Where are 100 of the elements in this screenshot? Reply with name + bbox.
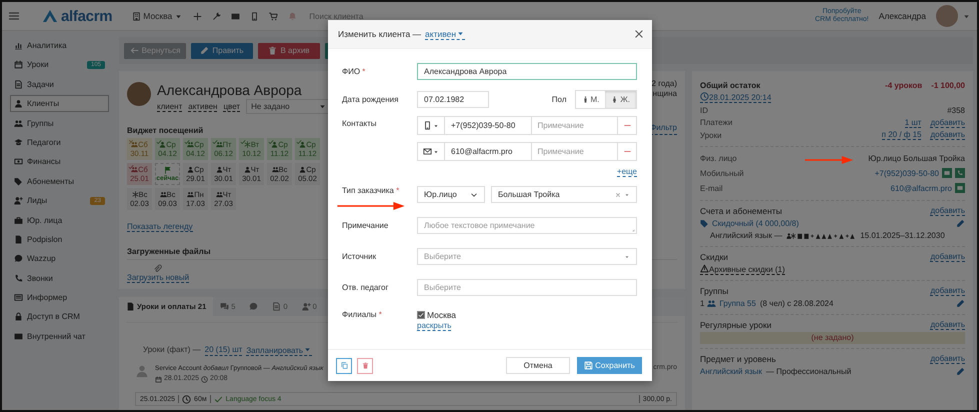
empty-notice: (не задано) xyxy=(700,332,965,344)
add-contact-link[interactable]: +еще xyxy=(616,167,637,177)
user-avatar[interactable] xyxy=(936,5,958,27)
sidebar-item[interactable]: Доступ в CRM xyxy=(10,308,109,326)
source-select[interactable]: Выберите xyxy=(417,248,637,265)
contact-link[interactable]: 610@alfacrm.pro xyxy=(890,184,952,192)
sidebar-item[interactable]: Финансы xyxy=(10,153,109,170)
trash-icon xyxy=(268,46,278,55)
sidebar-label: Внутренний чат xyxy=(27,332,86,341)
field-label: Филиалы * xyxy=(342,310,383,319)
name-field[interactable]: Александрова Аврора xyxy=(417,63,637,80)
upload-link[interactable]: Загрузить новый xyxy=(127,273,190,283)
archived-discounts-link[interactable]: Архивные скидки (1) xyxy=(700,264,785,276)
contact-note-field[interactable]: Примечание xyxy=(530,116,618,135)
sidebar-item[interactable]: Абонементы xyxy=(10,172,109,190)
field-label: Отв. педагог xyxy=(342,283,390,292)
check-icon xyxy=(212,139,218,145)
comments-icon xyxy=(220,302,230,311)
client-tag[interactable]: клиент xyxy=(157,102,182,112)
field-label: Мобильный xyxy=(700,168,744,178)
action-button[interactable]: В архив xyxy=(258,42,320,58)
contact-link[interactable]: +7(952)039-50-80 xyxy=(874,168,939,178)
pencil-icon[interactable] xyxy=(956,218,965,228)
sidebar-label: Доступ в CRM xyxy=(27,312,80,322)
subject-link[interactable]: Английский язык xyxy=(700,366,762,376)
phone-icon xyxy=(957,170,963,176)
field-label: Платежи xyxy=(700,118,732,128)
action-button[interactable]: Править xyxy=(191,42,253,58)
client-tag[interactable]: активен xyxy=(188,102,218,112)
legend-link[interactable]: Показать легенду xyxy=(127,222,193,232)
client-tag[interactable]: цвет xyxy=(223,102,240,112)
user-plus-icon xyxy=(14,196,23,206)
company-select[interactable]: Большая Тройка xyxy=(491,186,637,203)
add-link[interactable]: добавить xyxy=(930,354,965,364)
gender-toggle[interactable]: Ж. xyxy=(605,91,636,108)
expand-link[interactable]: раскрыть xyxy=(417,321,452,331)
field-value: Юр.лицо Большая Тройка xyxy=(868,154,965,162)
contact-type-dropdown[interactable] xyxy=(417,142,445,161)
sidebar-item[interactable]: Педагоги xyxy=(10,134,109,151)
sidebar-item[interactable]: Внутренний чат xyxy=(10,328,109,345)
add-link[interactable]: добавить xyxy=(930,130,965,140)
count-link[interactable]: 1 шт xyxy=(904,118,922,128)
wrench-icon[interactable] xyxy=(212,12,222,20)
plus-icon[interactable] xyxy=(193,12,202,20)
logo-icon xyxy=(42,8,58,24)
pencil-icon[interactable] xyxy=(956,366,965,376)
add-link[interactable]: добавить xyxy=(930,252,965,262)
sidebar-item[interactable]: Wazzup xyxy=(10,250,109,268)
branch-dropdown[interactable]: Москва xyxy=(132,11,184,21)
add-link[interactable]: добавить xyxy=(930,118,965,128)
cart-icon[interactable] xyxy=(269,12,278,20)
user-name[interactable]: Александра xyxy=(878,11,926,21)
sidebar-label: Юр. лица xyxy=(27,216,62,225)
add-link[interactable]: добавить xyxy=(930,320,965,330)
group-link[interactable]: Группа 55 xyxy=(719,299,756,308)
contact-field[interactable]: 610@alfacrm.pro xyxy=(444,142,532,161)
field-label: Дата рождения xyxy=(342,95,400,104)
field-label: Физ. лицо xyxy=(700,154,737,162)
sidebar-item[interactable]: Юр. лица xyxy=(10,212,109,229)
client-detail-text: нщина xyxy=(652,89,677,99)
subscription-link[interactable]: Скидочный (4 000,00/8) xyxy=(712,218,799,228)
contact-type-dropdown[interactable] xyxy=(417,116,445,135)
cancel-button[interactable]: Отмена xyxy=(506,357,570,374)
save-button[interactable]: Сохранить xyxy=(577,357,642,374)
lessons-count-link[interactable]: 20 (15) шт xyxy=(204,345,242,356)
updated-link[interactable]: 28.01.2025 20:14 xyxy=(700,92,772,104)
add-link[interactable]: добавить xyxy=(930,206,965,216)
sidebar-item[interactable]: Группы xyxy=(10,114,109,132)
sidebar-item[interactable]: Задачи xyxy=(10,76,109,93)
contact-note-field[interactable]: Примечание xyxy=(530,142,618,161)
contact-field[interactable]: +7(952)039-50-80 xyxy=(444,116,532,135)
mobile-phone-icon[interactable] xyxy=(250,12,260,20)
birth-date-field[interactable]: 07.02.1982 xyxy=(417,91,489,108)
search-field[interactable]: Поиск клиента xyxy=(307,10,512,22)
clock-icon xyxy=(201,376,208,382)
add-link[interactable]: добавить xyxy=(930,286,965,296)
sidebar-item[interactable]: Информер xyxy=(10,289,109,306)
plan-dropdown[interactable]: Запланировать xyxy=(246,345,312,356)
sidebar-item[interactable]: Клиенты xyxy=(10,95,109,112)
pencil-icon[interactable] xyxy=(956,299,965,308)
copy-button[interactable] xyxy=(336,358,352,374)
customer-type-select[interactable]: Юр.лицо xyxy=(417,186,485,203)
status-dropdown[interactable]: активен xyxy=(425,28,466,40)
note-field[interactable]: Любое текстовое примечание xyxy=(417,217,637,234)
field-label: Примечание xyxy=(342,221,390,230)
message-button[interactable] xyxy=(942,168,952,178)
sidebar-item[interactable]: Podpislon xyxy=(10,230,109,248)
dialog-title: Изменить клиента — xyxy=(338,29,422,39)
teacher-field[interactable]: Выберите xyxy=(417,279,637,296)
close-icon[interactable] xyxy=(634,29,644,39)
call-button[interactable] xyxy=(955,168,965,178)
checkbox[interactable] xyxy=(417,311,425,319)
check-icon xyxy=(240,139,246,145)
sidebar-label: Лиды xyxy=(27,196,48,206)
message-button[interactable] xyxy=(955,183,965,193)
count-link[interactable]: п 20 / ф 15 xyxy=(882,130,922,140)
delete-button[interactable] xyxy=(357,358,373,374)
sidebar-item[interactable]: Звонки xyxy=(10,270,109,287)
sidebar-item[interactable]: Аналитика xyxy=(10,37,109,54)
menu-icon[interactable] xyxy=(8,10,20,22)
